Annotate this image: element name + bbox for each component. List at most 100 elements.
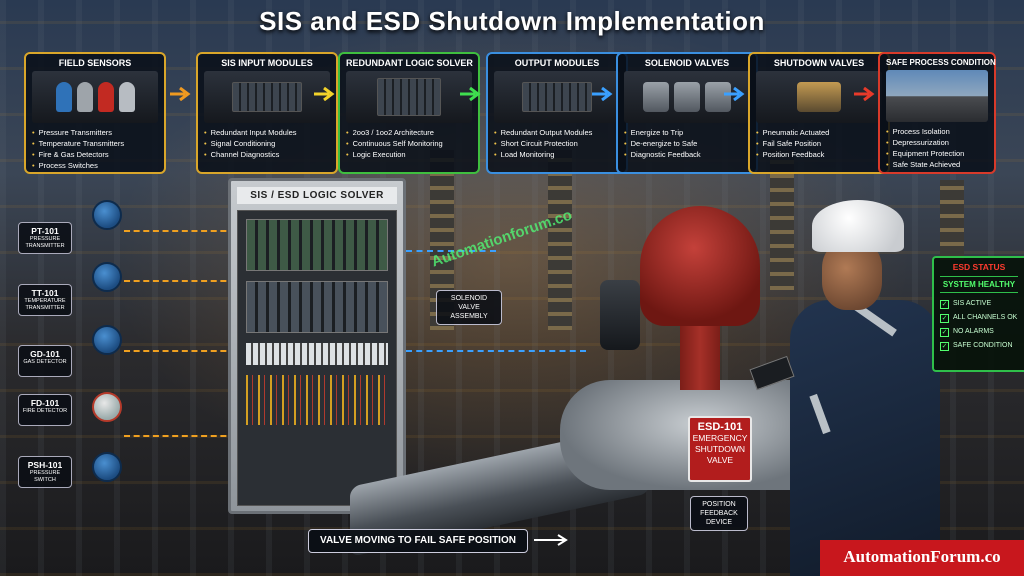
list-item: Energize to Trip [624, 127, 750, 138]
check-icon: ✓ [940, 299, 949, 309]
terminal-block [246, 343, 388, 365]
flow-arrow-icon [724, 87, 745, 101]
flow-box-title: SHUTDOWN VALVES [773, 58, 865, 68]
check-icon: ✓ [940, 341, 949, 351]
fire-detector-icon [92, 392, 122, 422]
flow-arrow-icon [854, 87, 875, 101]
field-tag-gd-101: GD-101 GAS DETECTOR [18, 345, 72, 377]
switch-icon [118, 82, 135, 112]
list-item: Short Circuit Protection [494, 138, 620, 149]
list-item: Process Switches [32, 160, 158, 171]
flow-box-list: Pneumatic Actuated Fail Safe Position Po… [756, 127, 882, 160]
temperature-transmitter-icon [92, 262, 122, 292]
flow-box-output-modules: OUTPUT MODULES Redundant Output Modules … [486, 52, 628, 174]
list-item: Redundant Input Modules [204, 127, 330, 138]
status-item: ✓ SIS ACTIVE [940, 297, 1018, 311]
signal-line [124, 435, 236, 437]
tag-description: GAS DETECTOR [23, 359, 67, 365]
sensors-illustration [32, 71, 158, 123]
valve-tag-description: EMERGENCY SHUTDOWN VALVE [692, 433, 748, 465]
page-title: SIS and ESD Shutdown Implementation [259, 6, 765, 36]
flow-box-title: SAFE PROCESS CONDITION [886, 58, 996, 67]
valve-status-banner: VALVE MOVING TO FAIL SAFE POSITION [308, 529, 528, 553]
flow-box-list: Pressure Transmitters Temperature Transm… [32, 127, 158, 171]
brand-watermark: AutomationForum.co [820, 540, 1024, 576]
flow-box-shutdown-valves: SHUTDOWN VALVES Pneumatic Actuated Fail … [748, 52, 890, 174]
signal-line [124, 230, 236, 232]
esd-status-title: ESD STATUS [952, 262, 1006, 272]
system-health: SYSTEM HEALTHY [940, 276, 1018, 293]
logic-solver-icon [377, 78, 441, 116]
position-feedback-callout: POSITION FEEDBACK DEVICE [690, 496, 748, 531]
flow-box-solenoid-valves: SOLENOID VALVES Energize to Trip De-ener… [616, 52, 758, 174]
list-item: Redundant Output Modules [494, 127, 620, 138]
list-item: Safe State Achieved [886, 159, 988, 170]
list-item: Equipment Protection [886, 148, 988, 159]
io-module-icon [522, 82, 592, 112]
signal-line [124, 280, 236, 282]
list-item: Diagnostic Feedback [624, 149, 750, 160]
tag-description: FIRE DETECTOR [22, 408, 68, 414]
esd-valve-tag: ESD-101 EMERGENCY SHUTDOWN VALVE [688, 416, 752, 482]
transmitter-icon [76, 82, 93, 112]
flow-box-redundant-logic-solver: REDUNDANT LOGIC SOLVER 2oo3 / 1oo2 Archi… [338, 52, 480, 174]
flow-arrow-icon [460, 87, 481, 101]
status-item: ✓ NO ALARMS [940, 325, 1018, 339]
cabinet-label: SIS / ESD LOGIC SOLVER [237, 187, 397, 204]
field-tag-psh-101: PSH-101 PRESSURE SWITCH [18, 456, 72, 488]
check-icon: ✓ [940, 327, 949, 337]
solenoid-callout: SOLENOID VALVE ASSEMBLY [436, 290, 502, 325]
gas-detector-icon [92, 325, 122, 355]
flow-box-safe-process-condition: SAFE PROCESS CONDITION Process Isolation… [878, 52, 996, 174]
wiring [246, 375, 388, 425]
list-item: 2oo3 / 1oo2 Architecture [346, 127, 472, 138]
list-item: Depressurization [886, 137, 988, 148]
list-item: Temperature Transmitters [32, 138, 158, 149]
valve-tag-id: ESD-101 [697, 421, 743, 433]
detector-icon [97, 82, 114, 112]
flow-box-field-sensors: FIELD SENSORS Pressure Transmitters Temp… [24, 52, 166, 174]
field-tag-fd-101: FD-101 FIRE DETECTOR [18, 394, 72, 426]
list-item: Signal Conditioning [204, 138, 330, 149]
flow-box-title: SOLENOID VALVES [644, 58, 730, 68]
flow-box-list: Energize to Trip De-energize to Safe Dia… [624, 127, 750, 160]
status-item: ✓ SAFE CONDITION [940, 339, 1018, 353]
status-item-label: ALL CHANNELS OK [953, 314, 1018, 321]
solenoid-valve-icon [600, 280, 640, 350]
logic-solver-illustration [346, 71, 472, 123]
list-item: Process Isolation [886, 126, 988, 137]
status-item: ✓ ALL CHANNELS OK [940, 311, 1018, 325]
plant-illustration [886, 70, 988, 122]
solenoid-valve-icon [643, 82, 669, 112]
flow-box-title: SIS INPUT MODULES [221, 58, 313, 68]
signal-line [406, 350, 586, 352]
arrow-right-icon [534, 534, 568, 546]
logic-solver-cabinet: SIS / ESD LOGIC SOLVER [228, 178, 406, 514]
list-item: Continuous Self Monitoring [346, 138, 472, 149]
flow-box-title: OUTPUT MODULES [514, 58, 600, 68]
field-tag-pt-101: PT-101 PRESSURE TRANSMITTER [18, 222, 72, 254]
list-item: Position Feedback [756, 149, 882, 160]
tag-id: FD-101 [30, 398, 60, 408]
tag-id: GD-101 [30, 349, 60, 359]
shutdown-valve-icon [797, 82, 841, 112]
esd-status-panel: ESD STATUS SYSTEM HEALTHY ✓ SIS ACTIVE ✓… [932, 256, 1024, 372]
controller-rack [246, 219, 388, 271]
background-column [548, 150, 572, 330]
transmitter-icon [55, 82, 72, 112]
status-item-label: SIS ACTIVE [953, 300, 992, 307]
status-item-label: NO ALARMS [953, 328, 994, 335]
list-item: Logic Execution [346, 149, 472, 160]
pressure-switch-icon [92, 452, 122, 482]
list-item: Pressure Transmitters [32, 127, 158, 138]
tag-description: TEMPERATURE TRANSMITTER [24, 298, 66, 311]
flow-box-list: 2oo3 / 1oo2 Architecture Continuous Self… [346, 127, 472, 160]
flow-arrow-icon [170, 87, 191, 101]
io-rack [246, 281, 388, 333]
tag-description: PRESSURE TRANSMITTER [25, 236, 65, 249]
flow-arrow-icon [314, 87, 335, 101]
flow-box-list: Redundant Input Modules Signal Condition… [204, 127, 330, 160]
flow-box-list: Process Isolation Depressurization Equip… [886, 126, 988, 170]
flow-box-sis-input-modules: SIS INPUT MODULES Redundant Input Module… [196, 52, 338, 174]
list-item: Load Monitoring [494, 149, 620, 160]
